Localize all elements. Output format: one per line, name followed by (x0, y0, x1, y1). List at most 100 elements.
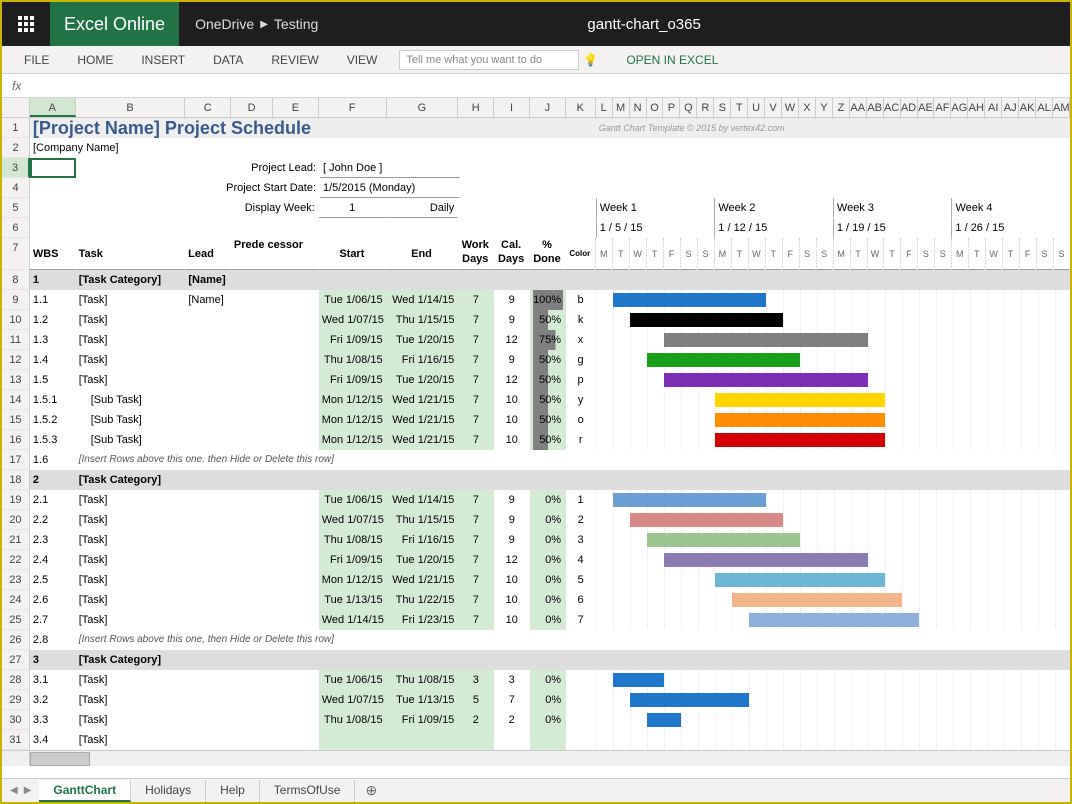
start-cell[interactable]: Tue 1/06/15 (319, 670, 387, 690)
lead-cell[interactable] (185, 390, 231, 410)
caldays-cell[interactable]: 12 (494, 370, 530, 390)
caldays-cell[interactable]: 9 (494, 310, 530, 330)
scroll-thumb[interactable] (30, 752, 90, 766)
lead-cell[interactable] (185, 310, 231, 330)
cell[interactable] (30, 198, 185, 218)
row-header-9[interactable]: 9 (2, 290, 30, 310)
workdays-cell[interactable]: 7 (458, 590, 494, 610)
sheet-tab-termsofuse[interactable]: TermsOfUse (260, 780, 356, 802)
row-header-12[interactable]: 12 (2, 350, 30, 370)
day-header-7[interactable]: M (714, 238, 731, 270)
color-cell[interactable]: 2 (566, 510, 596, 530)
tab-home[interactable]: HOME (63, 47, 127, 73)
caldays-cell[interactable]: 3 (494, 670, 530, 690)
end-cell[interactable]: Thu 1/08/15 (387, 670, 459, 690)
cell[interactable] (596, 270, 1070, 290)
lead-cell[interactable] (185, 730, 231, 750)
start-cell[interactable]: Thu 1/08/15 (319, 530, 387, 550)
end-cell[interactable]: Wed 1/21/15 (387, 390, 459, 410)
row-header-8[interactable]: 8 (2, 270, 30, 290)
gantt-bar[interactable] (613, 493, 766, 507)
row-header-22[interactable]: 22 (2, 550, 30, 570)
wbs-cell[interactable]: 3 (30, 650, 76, 670)
color-cell[interactable] (566, 690, 596, 710)
done-cell[interactable]: 50% (530, 410, 566, 430)
color-cell[interactable]: 4 (566, 550, 596, 570)
horizontal-scrollbar[interactable] (2, 750, 1070, 766)
lead-cell[interactable] (185, 570, 231, 590)
row-header-2[interactable]: 2 (2, 138, 30, 158)
start-cell[interactable]: Wed 1/07/15 (319, 510, 387, 530)
lead-cell[interactable] (185, 410, 231, 430)
column-header-A[interactable]: A (30, 98, 76, 117)
lead-cell[interactable] (185, 550, 231, 570)
day-header-2[interactable]: W (629, 238, 646, 270)
done-cell[interactable]: 50% (530, 370, 566, 390)
task-cell[interactable]: [Task] (76, 350, 186, 370)
row-header-13[interactable]: 13 (2, 370, 30, 390)
lead-cell[interactable] (185, 470, 231, 490)
gantt-bar[interactable] (647, 713, 681, 727)
day-header-5[interactable]: S (680, 238, 697, 270)
column-header-I[interactable]: I (494, 98, 530, 117)
wbs-cell[interactable]: 2.3 (30, 530, 76, 550)
caldays-cell[interactable]: 9 (494, 510, 530, 530)
breadcrumb-root[interactable]: OneDrive (195, 16, 254, 32)
row-header-14[interactable]: 14 (2, 390, 30, 410)
wbs-cell[interactable]: 1.5.3 (30, 430, 76, 450)
lead-cell[interactable] (185, 590, 231, 610)
gantt-bar[interactable] (664, 553, 868, 567)
end-cell[interactable]: Thu 1/22/15 (387, 590, 459, 610)
caldays-cell[interactable]: 9 (494, 530, 530, 550)
company-name[interactable]: [Company Name] (30, 138, 232, 158)
wbs-cell[interactable]: 1 (30, 270, 76, 290)
day-header-19[interactable]: S (917, 238, 934, 270)
workdays-cell[interactable]: 7 (458, 510, 494, 530)
gantt-bar[interactable] (630, 313, 783, 327)
wbs-cell[interactable]: 3.4 (30, 730, 76, 750)
done-cell[interactable]: 0% (530, 530, 566, 550)
row-header-24[interactable]: 24 (2, 590, 30, 610)
gantt-bar[interactable] (613, 293, 766, 307)
column-header-AJ[interactable]: AJ (1002, 98, 1019, 117)
color-cell[interactable]: 7 (566, 610, 596, 630)
cell[interactable] (596, 470, 1070, 490)
row-header-23[interactable]: 23 (2, 570, 30, 590)
done-cell[interactable]: 0% (530, 590, 566, 610)
day-header-23[interactable]: W (985, 238, 1002, 270)
day-header-0[interactable]: M (595, 238, 612, 270)
add-sheet-button[interactable]: ⊕ (355, 782, 387, 799)
col-hdr-2[interactable]: Lead (185, 238, 231, 270)
sheet-nav-prev-icon[interactable]: ◀ (10, 785, 18, 796)
cell[interactable] (231, 390, 319, 410)
day-header-27[interactable]: S (1053, 238, 1070, 270)
tab-view[interactable]: VIEW (333, 47, 392, 73)
day-header-1[interactable]: T (612, 238, 629, 270)
color-cell[interactable]: b (566, 290, 596, 310)
cell[interactable] (231, 510, 319, 530)
row-header-28[interactable]: 28 (2, 670, 30, 690)
day-header-13[interactable]: S (816, 238, 833, 270)
document-title[interactable]: gantt-chart_o365 (587, 16, 800, 33)
cell[interactable] (231, 270, 596, 290)
col-hdr-9[interactable]: % Done (530, 238, 566, 270)
end-cell[interactable]: Fri 1/16/15 (387, 350, 459, 370)
week-header-4[interactable]: Week 4 (951, 198, 1070, 218)
meta-value-freq[interactable]: Daily (387, 198, 459, 218)
done-cell[interactable] (530, 730, 566, 750)
column-header-Y[interactable]: Y (816, 98, 833, 117)
row-header-3[interactable]: 3 (2, 158, 30, 178)
done-cell[interactable]: 0% (530, 570, 566, 590)
lead-cell[interactable] (185, 710, 231, 730)
task-cell[interactable]: [Task] (76, 530, 186, 550)
gantt-bar[interactable] (715, 413, 885, 427)
task-cell[interactable]: [Sub Task] (76, 390, 186, 410)
meta-value-week[interactable]: 1 (319, 198, 387, 218)
row-header-7[interactable]: 7 (2, 238, 30, 270)
start-cell[interactable]: Wed 1/07/15 (319, 310, 387, 330)
color-cell[interactable]: y (566, 390, 596, 410)
day-header-20[interactable]: S (934, 238, 951, 270)
color-cell[interactable]: p (566, 370, 596, 390)
task-cell[interactable]: [Sub Task] (76, 430, 186, 450)
cell[interactable] (596, 650, 1070, 670)
